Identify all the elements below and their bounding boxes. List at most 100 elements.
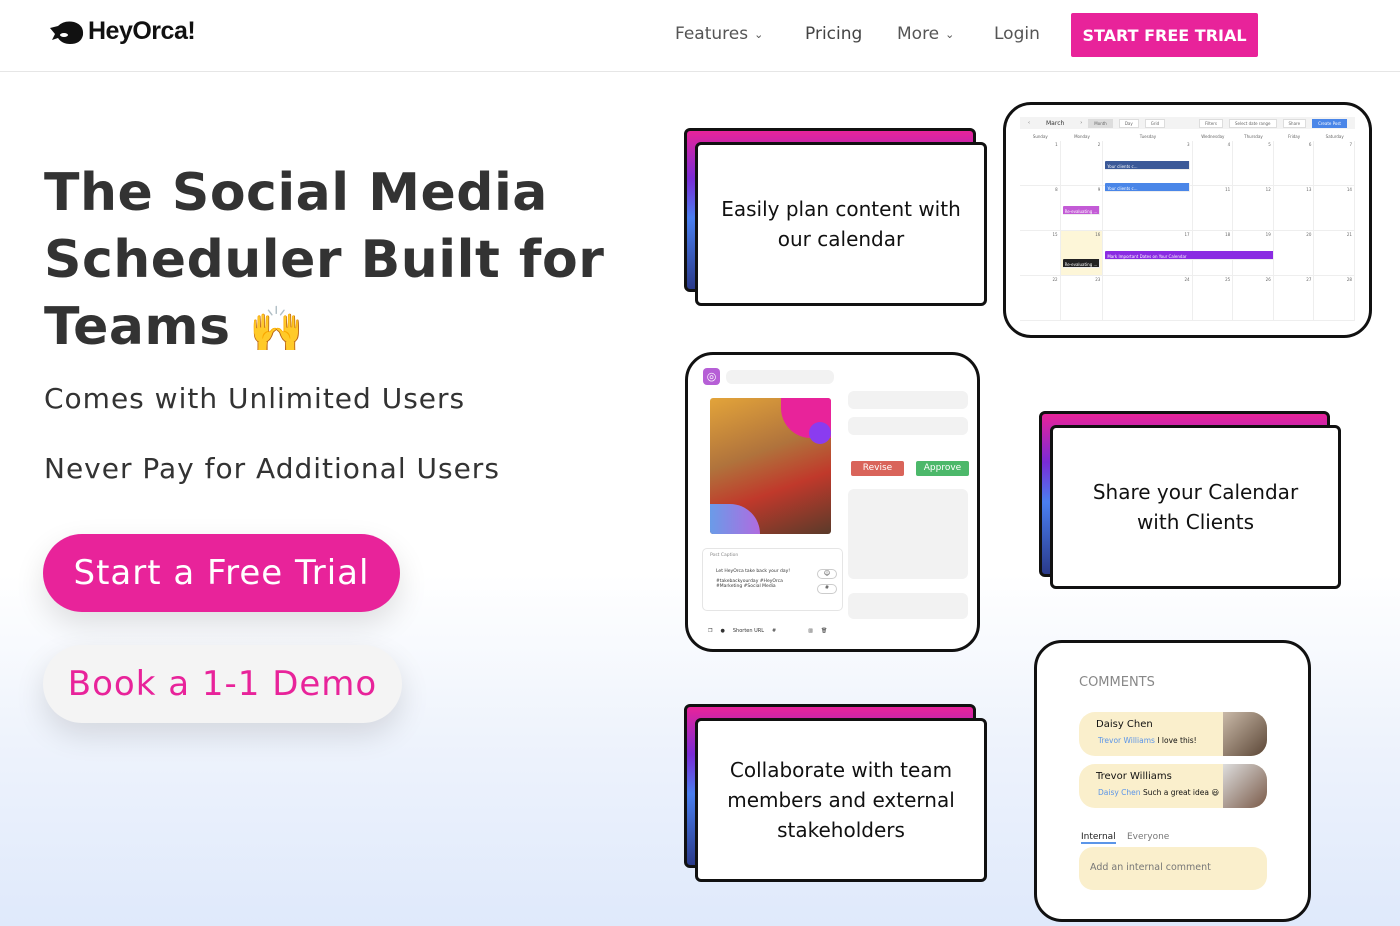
comment-item: Trevor Williams Daisy Chen Such a great …: [1079, 764, 1267, 808]
calendar-day[interactable]: 10: [1103, 186, 1193, 231]
calendar-day[interactable]: 5: [1233, 141, 1274, 186]
calendar-day[interactable]: 7: [1314, 141, 1355, 186]
weekday-label: Monday: [1074, 134, 1090, 139]
weekday-label: Wednesday: [1201, 134, 1225, 139]
nav-features[interactable]: Features ⌄: [675, 24, 763, 44]
view-grid[interactable]: Grid: [1144, 118, 1166, 128]
calendar-day[interactable]: 4: [1192, 141, 1234, 186]
caption-label: Post Caption: [710, 553, 739, 558]
date-number: 22: [1052, 277, 1058, 282]
nav-more[interactable]: More ⌄: [897, 24, 954, 44]
calendar-day[interactable]: 17 Mark Important Dates on Your Calendar: [1103, 231, 1274, 276]
calendar-event[interactable]: Re-evaluating ...: [1062, 206, 1101, 215]
nav-label: More: [897, 24, 940, 44]
hero-subtitle-1: Comes with Unlimited Users: [44, 382, 466, 415]
nav-label: Features: [675, 24, 749, 44]
calendar-day[interactable]: 22: [1020, 276, 1061, 321]
logo-text: HeyOrca!: [88, 17, 196, 45]
calendar-day[interactable]: 11: [1192, 186, 1234, 231]
avatar: [1223, 712, 1267, 756]
weekday-label: Tuesday: [1139, 134, 1157, 139]
nav-pricing[interactable]: Pricing: [805, 24, 862, 44]
calendar-day[interactable]: 9 Re-evaluating ...: [1060, 186, 1104, 231]
weekday-label: Saturday: [1325, 134, 1344, 139]
date-number: 16: [1095, 232, 1101, 237]
comments-title: COMMENTS: [1079, 675, 1155, 690]
calendar-day[interactable]: 25: [1192, 276, 1234, 321]
calendar-day[interactable]: 28: [1314, 276, 1355, 321]
calendar-day[interactable]: 20: [1273, 231, 1315, 276]
start-free-trial-button[interactable]: START FREE TRIAL: [1071, 13, 1258, 57]
view-day[interactable]: Day: [1118, 118, 1139, 128]
link-icon[interactable]: ●: [720, 628, 724, 634]
calendar-day[interactable]: 24: [1103, 276, 1193, 321]
library-icon[interactable]: ▥: [808, 628, 813, 634]
share-button[interactable]: Share: [1282, 118, 1307, 128]
emoji-icon[interactable]: ☺: [817, 569, 837, 579]
prev-icon[interactable]: ‹: [1028, 120, 1030, 126]
start-trial-button[interactable]: Start a Free Trial: [43, 534, 400, 612]
weekday-label: Sunday: [1032, 134, 1048, 139]
placeholder: [726, 370, 834, 384]
post-image: [710, 398, 831, 534]
revise-button[interactable]: Revise: [851, 461, 904, 476]
date-number: 1: [1055, 142, 1058, 147]
date-number: 13: [1306, 187, 1312, 192]
calendar-preview: ‹ March › Month Day Grid Filters Select …: [1003, 102, 1372, 338]
calendar-day[interactable]: 6: [1273, 141, 1315, 186]
placeholder: [848, 417, 968, 435]
calendar-day[interactable]: 27: [1273, 276, 1315, 321]
calendar-day[interactable]: 16 Re-evaluating ...: [1060, 231, 1104, 276]
comment-mention[interactable]: Trevor Williams: [1098, 736, 1155, 745]
comment-mention[interactable]: Daisy Chen: [1098, 788, 1141, 797]
nav-login[interactable]: Login: [994, 24, 1040, 44]
calendar-day[interactable]: 14: [1314, 186, 1355, 231]
nav-label: Login: [994, 24, 1040, 44]
orca-logo-icon: [50, 21, 84, 44]
tab-everyone[interactable]: Everyone: [1127, 832, 1169, 842]
calendar-day[interactable]: 23: [1060, 276, 1104, 321]
calendar-day[interactable]: 8: [1020, 186, 1061, 231]
create-post-button[interactable]: Create Post: [1312, 118, 1347, 128]
hero-title-text: The Social Media Scheduler Built for Tea…: [44, 163, 605, 357]
view-month[interactable]: Month: [1088, 118, 1113, 128]
caption-box[interactable]: Post Caption Let HeyOrca take back your …: [702, 548, 843, 611]
calendar-day[interactable]: 2: [1060, 141, 1104, 186]
logo[interactable]: HeyOrca!: [48, 17, 196, 46]
card-text: Collaborate with team members and extern…: [695, 718, 987, 882]
calendar-event[interactable]: Your clients c...: [1105, 183, 1190, 192]
date-number: 2: [1097, 142, 1101, 147]
next-icon[interactable]: ›: [1080, 120, 1082, 126]
nav-label: Pricing: [805, 24, 863, 44]
card-text: Share your Calendar with Clients: [1050, 425, 1341, 589]
calendar-day[interactable]: 12: [1233, 186, 1274, 231]
approve-button[interactable]: Approve: [916, 461, 969, 476]
hashtag-icon[interactable]: #: [817, 584, 837, 594]
date-number: 18: [1225, 232, 1231, 237]
date-number: 5: [1268, 142, 1271, 147]
date-number: 25: [1225, 277, 1231, 282]
shorten-url-button[interactable]: Shorten URL: [733, 628, 764, 634]
comment-input[interactable]: Add an internal comment: [1079, 847, 1267, 890]
filters-button[interactable]: Filters: [1198, 118, 1223, 128]
calendar-day[interactable]: 1: [1020, 141, 1061, 186]
calendar-day[interactable]: 13: [1273, 186, 1315, 231]
book-demo-button[interactable]: Book a 1-1 Demo: [43, 645, 402, 723]
calendar-event[interactable]: Re-evaluating ...: [1062, 259, 1101, 268]
trash-icon[interactable]: 🗑: [821, 628, 827, 634]
copy-icon[interactable]: ❐: [708, 628, 712, 634]
calendar-day[interactable]: 3 Your clients c... Your clients c...: [1103, 141, 1193, 192]
date-number: 12: [1265, 187, 1271, 192]
date-number: 19: [1265, 232, 1271, 237]
calendar-day[interactable]: 26: [1233, 276, 1274, 321]
date-range-button[interactable]: Select date range: [1228, 118, 1277, 128]
calendar-day[interactable]: 15: [1020, 231, 1061, 276]
calendar-day[interactable]: 21: [1314, 231, 1355, 276]
hashtag-icon[interactable]: #: [772, 628, 776, 634]
calendar-event[interactable]: Your clients c...: [1105, 161, 1190, 170]
date-number: 11: [1225, 187, 1231, 192]
date-number: 28: [1346, 277, 1352, 282]
tab-internal[interactable]: Internal: [1081, 832, 1116, 844]
post-preview: ◎ Revise Approve Post Caption Let HeyOrc…: [685, 352, 980, 652]
calendar-event[interactable]: Mark Important Dates on Your Calendar: [1105, 251, 1274, 260]
